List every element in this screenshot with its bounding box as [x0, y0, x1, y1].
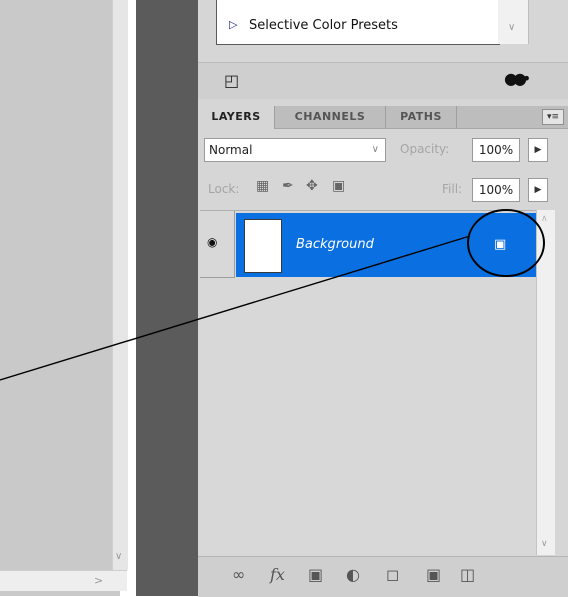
opacity-arrow-button[interactable]: ▶	[528, 138, 548, 162]
document-vertical-scrollbar[interactable]: ∨	[112, 0, 128, 570]
lock-label: Lock:	[208, 182, 240, 196]
layers-list: ◉ Background ▣	[200, 210, 536, 556]
layers-panel-dock: ▷ Selective Color Presets ∨ ◰ ●●• LAYERS…	[198, 0, 568, 597]
fill-arrow-button[interactable]: ▶	[528, 178, 548, 202]
new-group-folder-icon[interactable]: ◻	[386, 565, 399, 584]
tab-paths[interactable]: PATHS	[386, 106, 457, 128]
layer-visibility-toggle[interactable]: ◉	[200, 211, 235, 278]
chevron-down-icon: ∨	[371, 144, 379, 155]
blend-mode-dropdown[interactable]: Normal ∨	[204, 138, 386, 162]
layer-thumbnail	[244, 219, 282, 273]
expand-triangle-icon[interactable]: ▷	[229, 18, 237, 31]
clip-to-layer-icon[interactable]: ●●•	[504, 69, 531, 88]
layer-style-fx-icon[interactable]: fx	[270, 565, 285, 584]
layer-lock-icon[interactable]: ▣	[494, 237, 506, 252]
tab-layers[interactable]: LAYERS	[198, 106, 275, 129]
lock-image-pixels-icon[interactable]: ✒	[282, 178, 294, 194]
scroll-up-arrow-icon[interactable]: ∧	[541, 214, 548, 224]
scroll-down-arrow-icon[interactable]: ∨	[115, 551, 122, 562]
fill-label: Fill:	[442, 182, 463, 196]
opacity-field[interactable]: 100%	[472, 138, 520, 162]
scroll-right-arrow-icon[interactable]: >	[94, 574, 103, 587]
panel-tabs: LAYERS CHANNELS PATHS ▾≡	[198, 106, 568, 129]
adjustments-icon-bar: ◰ ●●•	[198, 62, 568, 99]
scroll-down-arrow-icon[interactable]: ∨	[541, 539, 548, 549]
delete-trash-icon[interactable]: ◫	[460, 565, 475, 584]
panel-menu-icon[interactable]: ▾≡	[542, 109, 564, 125]
selective-color-presets-item[interactable]: Selective Color Presets	[249, 18, 398, 33]
lock-all-icon[interactable]: ▣	[332, 178, 345, 194]
add-mask-icon[interactable]: ▣	[308, 565, 323, 584]
layers-bottom-toolbar: ∞ fx ▣ ◐ ◻ ▣ ◫	[198, 556, 568, 597]
eye-icon: ◉	[207, 235, 218, 249]
document-canvas	[0, 0, 120, 596]
expand-view-icon[interactable]: ◰	[224, 71, 239, 90]
new-layer-icon[interactable]: ▣	[426, 565, 441, 584]
scroll-down-arrow-icon[interactable]: ∨	[508, 22, 515, 33]
fill-field[interactable]: 100%	[472, 178, 520, 202]
adjustment-presets-list[interactable]: ▷ Selective Color Presets	[216, 0, 500, 45]
panel-dock-divider	[136, 0, 198, 596]
layers-scrollbar[interactable]: ∧ ∨	[536, 210, 555, 555]
presets-scrollbar[interactable]: ∨	[498, 0, 529, 44]
opacity-label: Opacity:	[400, 142, 450, 156]
layer-row[interactable]: ◉ Background ▣	[200, 211, 536, 278]
layer-selection-highlight[interactable]: Background ▣	[236, 213, 536, 277]
blend-mode-value: Normal	[209, 143, 253, 157]
adjustment-layer-icon[interactable]: ◐	[346, 565, 360, 584]
tab-channels[interactable]: CHANNELS	[275, 106, 386, 128]
link-layers-icon[interactable]: ∞	[232, 565, 245, 584]
document-horizontal-scrollbar[interactable]: >	[0, 570, 127, 591]
lock-transparent-pixels-icon[interactable]: ▦	[256, 178, 269, 194]
lock-position-icon[interactable]: ✥	[306, 178, 318, 194]
layer-name[interactable]: Background	[296, 237, 374, 252]
